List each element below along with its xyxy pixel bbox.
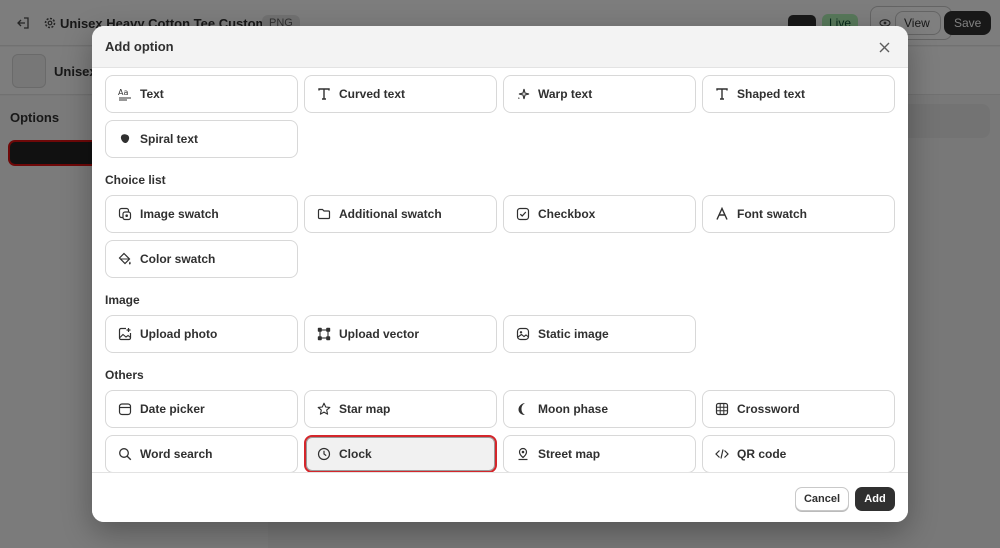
option-additional-swatch[interactable]: Additional swatch	[304, 195, 497, 233]
modal-title: Add option	[105, 39, 174, 54]
option-curved-text[interactable]: Curved text	[304, 75, 497, 113]
add-button[interactable]: Add	[855, 487, 895, 511]
add-option-modal: Add option Aa Text Curved text Warp text…	[92, 26, 908, 522]
search-icon	[118, 447, 132, 461]
map-pin-icon	[516, 447, 530, 461]
close-icon	[879, 42, 889, 52]
vector-icon	[317, 327, 331, 341]
option-label: Additional swatch	[339, 207, 442, 221]
image-swatch-icon	[118, 207, 132, 221]
option-label: Moon phase	[538, 402, 609, 416]
option-color-swatch[interactable]: Color swatch	[105, 240, 298, 278]
moon-icon	[516, 402, 530, 416]
section-heading-image: Image	[105, 293, 140, 307]
option-date-picker[interactable]: Date picker	[105, 390, 298, 428]
option-label: Shaped text	[737, 87, 806, 101]
static-image-icon	[516, 327, 530, 341]
section-heading-others: Others	[105, 368, 144, 382]
code-icon	[715, 447, 729, 461]
option-font-swatch[interactable]: Font swatch	[702, 195, 895, 233]
type-icon	[317, 87, 331, 101]
section-heading-choice-list: Choice list	[105, 173, 166, 187]
option-label: QR code	[737, 447, 787, 461]
close-button[interactable]	[874, 37, 894, 57]
option-label: Crossword	[737, 402, 800, 416]
option-label: Upload photo	[140, 327, 218, 341]
checkbox-icon	[516, 207, 530, 221]
font-a-icon	[715, 207, 729, 221]
option-label: Static image	[538, 327, 609, 341]
option-label: Curved text	[339, 87, 406, 101]
star-icon	[317, 402, 331, 416]
option-label: Street map	[538, 447, 601, 461]
option-label: Clock	[339, 447, 372, 461]
option-label: Spiral text	[140, 132, 199, 146]
option-label: Date picker	[140, 402, 205, 416]
option-label: Upload vector	[339, 327, 420, 341]
text-style-icon: Aa	[118, 87, 132, 101]
sparkle-icon	[516, 87, 530, 101]
option-spiral-text[interactable]: Spiral text	[105, 120, 298, 158]
option-star-map[interactable]: Star map	[304, 390, 497, 428]
option-clock[interactable]: Clock	[304, 435, 497, 472]
option-label: Text	[140, 87, 164, 101]
option-upload-vector[interactable]: Upload vector	[304, 315, 497, 353]
option-moon-phase[interactable]: Moon phase	[503, 390, 696, 428]
option-label: Star map	[339, 402, 391, 416]
type-icon	[715, 87, 729, 101]
option-warp-text[interactable]: Warp text	[503, 75, 696, 113]
option-street-map[interactable]: Street map	[503, 435, 696, 472]
option-label: Image swatch	[140, 207, 219, 221]
grid-icon	[715, 402, 729, 416]
calendar-icon	[118, 402, 132, 416]
option-qr-code[interactable]: QR code	[702, 435, 895, 472]
svg-text:Aa: Aa	[118, 88, 128, 97]
option-crossword[interactable]: Crossword	[702, 390, 895, 428]
option-label: Font swatch	[737, 207, 808, 221]
paint-bucket-icon	[118, 252, 132, 266]
option-image-swatch[interactable]: Image swatch	[105, 195, 298, 233]
option-label: Warp text	[538, 87, 593, 101]
modal-header: Add option	[92, 26, 908, 68]
option-shaped-text[interactable]: Shaped text	[702, 75, 895, 113]
clock-icon	[317, 447, 331, 461]
option-word-search[interactable]: Word search	[105, 435, 298, 472]
upload-photo-icon	[118, 327, 132, 341]
option-label: Word search	[140, 447, 213, 461]
option-upload-photo[interactable]: Upload photo	[105, 315, 298, 353]
modal-footer: Cancel Add	[92, 472, 908, 522]
option-label: Color swatch	[140, 252, 216, 266]
modal-body[interactable]: Aa Text Curved text Warp text Shaped tex…	[92, 69, 908, 472]
option-checkbox[interactable]: Checkbox	[503, 195, 696, 233]
option-static-image[interactable]: Static image	[503, 315, 696, 353]
option-label: Checkbox	[538, 207, 596, 221]
blob-icon	[118, 132, 132, 146]
cancel-button[interactable]: Cancel	[795, 487, 849, 511]
option-text[interactable]: Aa Text	[105, 75, 298, 113]
folder-icon	[317, 207, 331, 221]
